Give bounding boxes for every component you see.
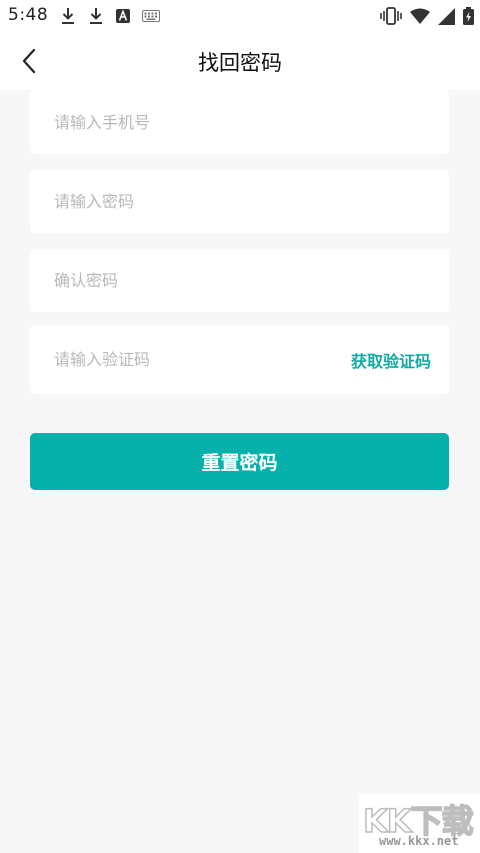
watermark-url: www.kkx.net — [379, 834, 459, 848]
status-time: 5:48 — [8, 5, 49, 25]
watermark: KK下载 www.kkx.net — [359, 794, 480, 853]
app-bar: 找回密码 — [0, 32, 480, 90]
signal-icon — [438, 7, 455, 25]
password-field-card — [30, 170, 449, 233]
password-input[interactable] — [54, 170, 424, 233]
download-icon — [90, 8, 102, 24]
page-title: 找回密码 — [198, 51, 282, 75]
phone-input[interactable] — [54, 90, 424, 154]
battery-charging-icon — [463, 7, 474, 25]
download-icon — [62, 8, 74, 24]
wifi-icon — [410, 8, 430, 24]
status-icons-right — [380, 6, 474, 26]
confirm-password-input[interactable] — [54, 249, 424, 312]
verification-code-input[interactable] — [54, 325, 324, 394]
vibrate-icon — [380, 7, 402, 25]
reset-password-button[interactable]: 重置密码 — [30, 433, 449, 490]
get-code-button[interactable]: 获取验证码 — [351, 325, 431, 394]
code-field-card: 获取验证码 — [30, 325, 449, 394]
phone-field-card — [30, 90, 449, 154]
confirm-password-field-card — [30, 249, 449, 312]
status-icons-left — [60, 6, 160, 26]
status-bar: 5:48 — [0, 0, 480, 32]
keyboard-icon — [142, 10, 160, 22]
font-a-icon — [116, 9, 130, 23]
